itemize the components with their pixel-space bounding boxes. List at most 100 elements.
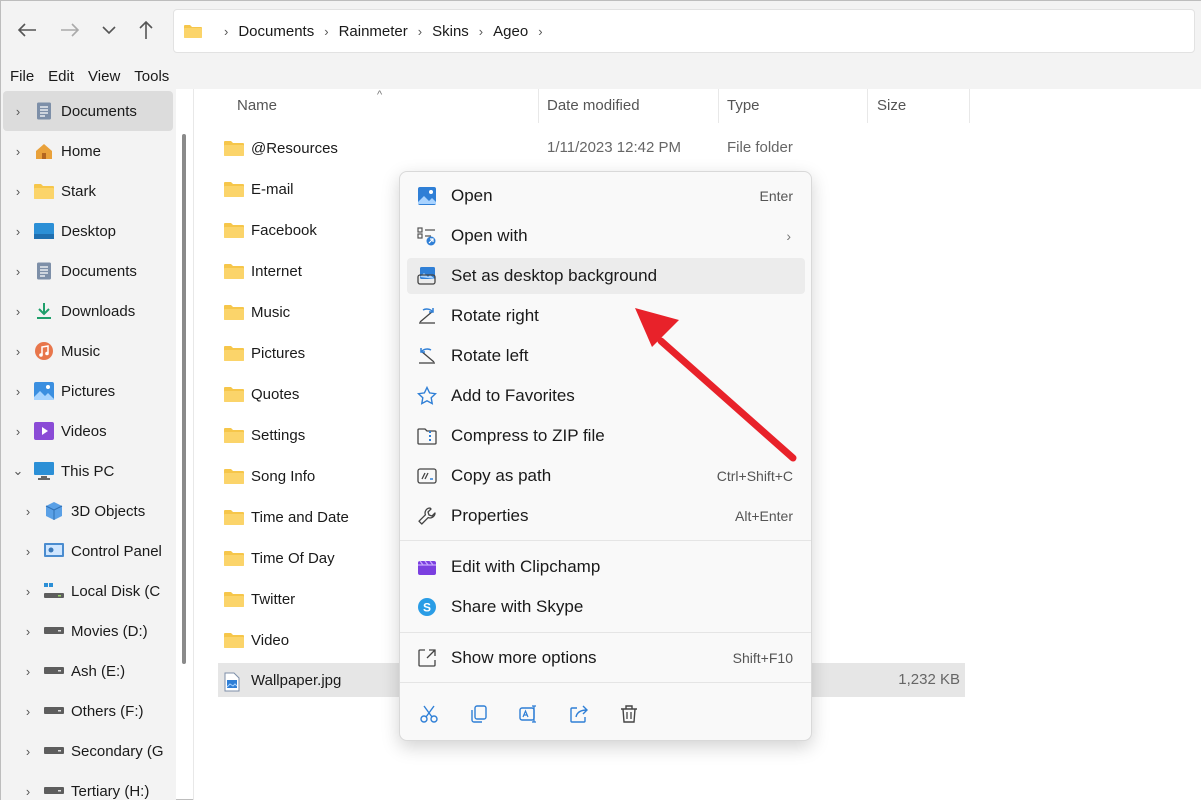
context-item-show-more-options[interactable]: Show more options Shift+F10 <box>407 640 805 676</box>
context-item-label: Set as desktop background <box>451 266 658 285</box>
sidebar-item-movies-d[interactable]: › Movies (D:) <box>13 611 176 651</box>
chevron-right-icon[interactable]: › <box>13 704 43 719</box>
chevron-right-icon[interactable]: › <box>3 224 33 239</box>
sidebar-item-ash-e[interactable]: › Ash (E:) <box>13 651 176 691</box>
breadcrumb-ageo[interactable]: Ageo <box>493 23 528 40</box>
address-bar[interactable]: › Documents › Rainmeter › Skins › Ageo › <box>173 9 1195 53</box>
context-item-share-with-skype[interactable]: S Share with Skype <box>407 589 805 625</box>
column-divider[interactable] <box>969 89 970 123</box>
folder-icon <box>224 140 244 156</box>
back-arrow-icon <box>17 23 36 37</box>
breadcrumb-rainmeter[interactable]: Rainmeter <box>339 23 408 40</box>
sidebar-item-secondary-g[interactable]: › Secondary (G <box>13 731 176 771</box>
column-divider[interactable] <box>718 89 719 123</box>
sidebar-item-3d-objects[interactable]: › 3D Objects <box>13 491 176 531</box>
chevron-right-icon[interactable]: › <box>3 184 33 199</box>
menu-tools[interactable]: Tools <box>134 68 169 85</box>
recent-locations-button[interactable] <box>94 15 124 45</box>
breadcrumb-separator[interactable]: › <box>224 24 228 39</box>
drive-icon <box>43 701 65 721</box>
sidebar-item-others-f[interactable]: › Others (F:) <box>13 691 176 731</box>
sidebar-item-local-disk-c[interactable]: › Local Disk (C <box>13 571 176 611</box>
sidebar-item-label: Stark <box>61 182 97 200</box>
chevron-right-icon[interactable]: › <box>3 424 33 439</box>
cut-button[interactable] <box>414 699 444 729</box>
documents-icon <box>33 261 55 281</box>
column-divider[interactable] <box>538 89 539 123</box>
forward-arrow-icon <box>61 23 80 37</box>
chevron-right-icon[interactable]: › <box>3 304 33 319</box>
sidebar-item-label: 3D Objects <box>71 502 146 520</box>
chevron-right-icon[interactable]: › <box>3 384 33 399</box>
column-divider[interactable] <box>867 89 868 123</box>
sidebar-item-this-pc[interactable]: ⌄ This PC <box>3 451 173 491</box>
sidebar-scrollbar[interactable] <box>182 134 186 664</box>
column-header-size[interactable]: Size <box>877 97 906 114</box>
more-options-icon <box>415 646 439 670</box>
breadcrumb-separator[interactable]: › <box>538 24 542 39</box>
sidebar-item-desktop[interactable]: › Desktop <box>3 211 173 251</box>
context-item-properties[interactable]: Properties Alt+Enter <box>407 498 805 534</box>
context-menu-action-bar <box>414 699 664 729</box>
chevron-right-icon[interactable]: › <box>13 624 43 639</box>
date-modified-cell: 1/11/2023 12:42 PM <box>547 139 681 156</box>
chevron-right-icon[interactable]: › <box>3 144 33 159</box>
sidebar-item-stark[interactable]: › Stark <box>3 171 173 211</box>
chevron-right-icon[interactable]: › <box>3 264 33 279</box>
context-item-edit-with-clipchamp[interactable]: Edit with Clipchamp <box>407 549 805 585</box>
back-button[interactable] <box>12 15 42 45</box>
column-header-date-modified[interactable]: Date modified <box>547 97 640 114</box>
sidebar-item-label: Home <box>61 142 102 160</box>
sidebar-item-tertiary-h[interactable]: › Tertiary (H:) <box>13 771 176 800</box>
sidebar-item-label: Music <box>61 342 101 360</box>
context-item-open[interactable]: Open Enter <box>407 178 805 214</box>
sidebar-item-music[interactable]: › Music <box>3 331 173 371</box>
menu-divider <box>400 540 811 541</box>
zip-icon <box>415 424 439 448</box>
chevron-right-icon[interactable]: › <box>13 744 43 759</box>
chevron-right-icon[interactable]: › <box>13 504 43 519</box>
chevron-right-icon[interactable]: › <box>13 584 43 599</box>
chevron-right-icon[interactable]: › <box>3 344 33 359</box>
pictures-icon <box>33 381 55 401</box>
breadcrumb-documents[interactable]: Documents <box>238 23 314 40</box>
chevron-right-icon[interactable]: › <box>13 664 43 679</box>
menu-divider <box>400 632 811 633</box>
menu-edit[interactable]: Edit <box>48 68 74 85</box>
breadcrumb-separator[interactable]: › <box>418 24 422 39</box>
drive-icon <box>43 661 65 681</box>
documents-icon <box>33 101 55 121</box>
chevron-right-icon[interactable]: › <box>13 784 43 799</box>
sidebar-item-control-panel[interactable]: › Control Panel <box>13 531 176 571</box>
sidebar-item-home[interactable]: › Home <box>3 131 173 171</box>
context-item-set-as-desktop-background[interactable]: Set as desktop background <box>407 258 805 294</box>
column-header-type[interactable]: Type <box>727 97 760 114</box>
sidebar-item-pictures[interactable]: › Pictures <box>3 371 173 411</box>
context-item-open-with[interactable]: Open with › <box>407 218 805 254</box>
up-button[interactable] <box>131 15 161 45</box>
copy-button[interactable] <box>464 699 494 729</box>
share-button[interactable] <box>564 699 594 729</box>
delete-button[interactable] <box>614 699 644 729</box>
sidebar-item-documents[interactable]: › Documents <box>3 91 173 131</box>
menu-view[interactable]: View <box>88 68 120 85</box>
sidebar-item-videos[interactable]: › Videos <box>3 411 173 451</box>
chevron-right-icon[interactable]: › <box>13 544 43 559</box>
context-item-label: Edit with Clipchamp <box>451 557 601 576</box>
forward-button[interactable] <box>55 15 85 45</box>
sidebar-item-label: Secondary (G <box>71 742 164 760</box>
clipchamp-icon <box>415 555 439 579</box>
context-item-label: Copy as path <box>451 466 552 485</box>
chevron-down-icon[interactable]: ⌄ <box>3 463 33 479</box>
sidebar-item-label: Others (F:) <box>71 702 144 720</box>
sidebar-item-downloads[interactable]: › Downloads <box>3 291 173 331</box>
breadcrumb-skins[interactable]: Skins <box>432 23 469 40</box>
folder-icon <box>224 181 244 197</box>
column-header-name[interactable]: Name <box>237 97 277 114</box>
sidebar-item-documents-2[interactable]: › Documents <box>3 251 173 291</box>
breadcrumb-separator[interactable]: › <box>479 24 483 39</box>
chevron-right-icon[interactable]: › <box>3 104 33 119</box>
breadcrumb-separator[interactable]: › <box>324 24 328 39</box>
menu-file[interactable]: File <box>10 68 34 85</box>
rename-button[interactable] <box>514 699 544 729</box>
